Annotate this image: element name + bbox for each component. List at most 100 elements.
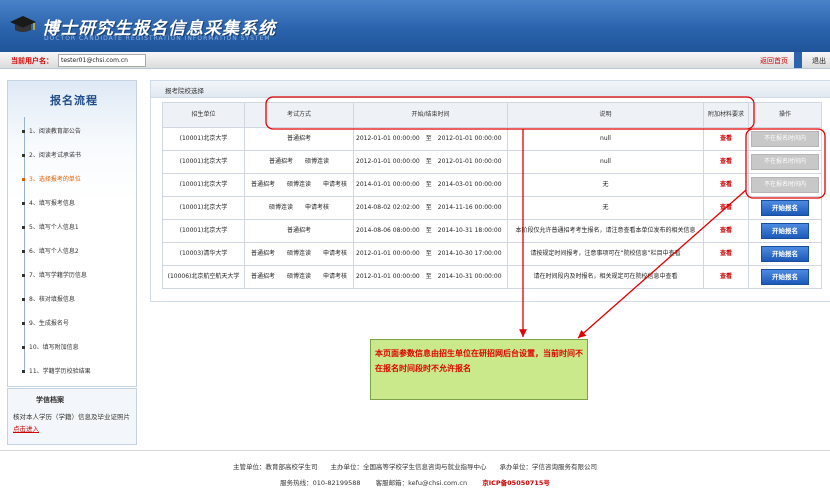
table-row: (10001)北京大学 硕博连读 申请考核 2014-08-02 02:02:00 … xyxy=(162,196,822,220)
cell-note: 无 xyxy=(507,173,704,197)
not-in-time-button: 不在报名时间内 xyxy=(751,177,819,193)
process-sidebar: 报名流程 1、阅读教育部公告 2、阅读考试承诺书 3、选择报考的单位 4、填写报… xyxy=(7,80,137,387)
cell-time: 2012-01-01 00:00:00 至 2014-10-31 00:00:0… xyxy=(353,265,508,289)
table-row: (10003)清华大学 普通招考 硕博连读 申请考核 2012-01-01 00:0… xyxy=(162,242,822,266)
cell-time: 2014-08-06 08:00:00 至 2014-10-31 18:00:0… xyxy=(353,219,508,243)
table-row: (10001)北京大学 普通招考 2014-08-06 08:00:00 至 201… xyxy=(162,219,822,243)
footer-email: 客服邮箱：kefu@chsi.com.cn xyxy=(375,479,468,487)
sidebar-step: 4、填写报考信息 xyxy=(22,198,75,207)
cell-extra: 查看 xyxy=(703,150,749,174)
cell-time: 2012-01-01 00:00:00 至 2012-01-01 00:00:0… xyxy=(353,127,508,151)
app-header: 博士研究生报名信息采集系统 DOCTOR CANDIDATE REGISTRAT… xyxy=(0,0,830,52)
col-header-unit: 招生单位 xyxy=(162,102,245,128)
user-bar: 当前用户名： tester01@chsi.com.cn 返回首页 退出 xyxy=(0,52,830,69)
footer-contact: 服务热线：010-82199588 客服邮箱：kefu@chsi.com.cn … xyxy=(0,477,830,487)
logout-link[interactable]: 退出 xyxy=(812,56,826,66)
cell-note: 请按规定时间报考，注意事项可在“院校信息”栏目中查看 xyxy=(507,242,704,266)
sidebar-step: 10、填写附加信息 xyxy=(22,342,79,351)
sidebar-step: 7、填写学籍学历信息 xyxy=(22,270,87,279)
footer-hotline: 服务热线：010-82199588 xyxy=(280,479,361,487)
view-extra-link[interactable]: 查看 xyxy=(720,273,732,280)
not-in-time-button: 不在报名时间内 xyxy=(751,154,819,170)
userbar-separator xyxy=(794,52,802,68)
start-registration-button[interactable]: 开始报名 xyxy=(761,200,809,216)
cell-action: 不在报名时间内 xyxy=(748,127,822,151)
cell-extra: 查看 xyxy=(703,173,749,197)
sidebar-title: 报名流程 xyxy=(50,94,98,107)
view-extra-link[interactable]: 查看 xyxy=(720,227,732,234)
sidebar-step: 8、核对填报信息 xyxy=(22,294,75,303)
cell-unit: (10006)北京航空航天大学 xyxy=(162,265,245,289)
panel-header: 报考院校选择 xyxy=(151,81,830,98)
sidebar-step: 9、生成报名号 xyxy=(22,318,69,327)
col-header-note: 说明 xyxy=(507,102,704,128)
cell-unit: (10001)北京大学 xyxy=(162,127,245,151)
table-row: (10001)北京大学 普通招考 硕博连读 申请考核 2014-01-01 00:0… xyxy=(162,173,822,197)
cell-note: 请在时间段内及时报名，相关规定可在院校信息中查看 xyxy=(507,265,704,289)
graduation-cap-icon xyxy=(10,16,36,32)
cell-mode: 普通招考 硕博连读 申请考核 xyxy=(244,173,354,197)
cell-note: null xyxy=(507,127,704,151)
table-header-row: 招生单位 考试方式 开始/结束时间 说明 附加材料要求 操作 xyxy=(162,102,822,128)
footer-organizers: 主管单位：教育部高校学生司 主办单位：全国高等学校学生信息咨询与就业指导中心 承… xyxy=(233,463,597,471)
cell-extra: 查看 xyxy=(703,196,749,220)
sidebar-step: 5、填写个人信息1 xyxy=(22,222,79,231)
cell-unit: (10001)北京大学 xyxy=(162,219,245,243)
cell-unit: (10001)北京大学 xyxy=(162,173,245,197)
username-field: tester01@chsi.com.cn xyxy=(58,54,146,67)
view-extra-link[interactable]: 查看 xyxy=(720,204,732,211)
table-row: (10001)北京大学 普通招考 硕博连读 2012-01-01 00:00:00 … xyxy=(162,150,822,174)
start-registration-button[interactable]: 开始报名 xyxy=(761,246,809,262)
cell-extra: 查看 xyxy=(703,242,749,266)
start-registration-button[interactable]: 开始报名 xyxy=(761,223,809,239)
current-user-label: 当前用户名： xyxy=(11,57,53,65)
cell-mode: 硕博连读 申请考核 xyxy=(244,196,354,220)
sidebar-step: 11、学籍学历校验结果 xyxy=(22,366,91,375)
view-extra-link[interactable]: 查看 xyxy=(720,250,732,257)
cell-unit: (10003)清华大学 xyxy=(162,242,245,266)
cell-time: 2012-01-01 00:00:00 至 2014-10-30 17:00:0… xyxy=(353,242,508,266)
sidebar-step: 6、填写个人信息2 xyxy=(22,246,79,255)
col-header-time: 开始/结束时间 xyxy=(353,102,508,128)
cell-action: 不在报名时间内 xyxy=(748,173,822,197)
table-row: (10001)北京大学 普通招考 2012-01-01 00:00:00 至 201… xyxy=(162,127,822,151)
footer-icp: 京ICP备05050715号 xyxy=(482,479,550,487)
cell-extra: 查看 xyxy=(703,265,749,289)
cell-action: 开始报名 xyxy=(748,219,822,243)
cell-action: 开始报名 xyxy=(748,196,822,220)
cell-unit: (10001)北京大学 xyxy=(162,196,245,220)
start-registration-button[interactable]: 开始报名 xyxy=(761,269,809,285)
cell-unit: (10001)北京大学 xyxy=(162,150,245,174)
back-home-link[interactable]: 返回首页 xyxy=(760,56,788,66)
cell-action: 开始报名 xyxy=(748,265,822,289)
xuexin-title: 学信档案 xyxy=(36,396,64,404)
panel-title: 报考院校选择 xyxy=(165,87,204,95)
school-table: 招生单位 考试方式 开始/结束时间 说明 附加材料要求 操作 (10001)北京… xyxy=(162,102,822,289)
cell-note: null xyxy=(507,150,704,174)
cell-extra: 查看 xyxy=(703,219,749,243)
col-header-extra: 附加材料要求 xyxy=(703,102,749,128)
table-row: (10006)北京航空航天大学 普通招考 硕博连读 申请考核 2012-01-01 … xyxy=(162,265,822,289)
xuexin-text: 核对本人学历（学籍）信息及毕业证照片点击进入 xyxy=(13,413,130,433)
cell-mode: 普通招考 硕博连读 申请考核 xyxy=(244,242,354,266)
cell-time: 2012-01-01 00:00:00 至 2012-01-01 00:00:0… xyxy=(353,150,508,174)
col-header-action: 操作 xyxy=(748,102,822,128)
cell-mode: 普通招考 硕博连读 xyxy=(244,150,354,174)
xuexin-enter-link[interactable]: 点击进入 xyxy=(13,425,39,433)
sidebar-step[interactable]: 1、阅读教育部公告 xyxy=(22,126,81,135)
cell-extra: 查看 xyxy=(703,127,749,151)
view-extra-link[interactable]: 查看 xyxy=(720,181,732,188)
xuexin-archive-box: 学信档案 核对本人学历（学籍）信息及毕业证照片点击进入 xyxy=(7,388,137,445)
sidebar-step-active[interactable]: 3、选择报考的单位 xyxy=(22,174,81,183)
sidebar-step[interactable]: 2、阅读考试承诺书 xyxy=(22,150,81,159)
page-footer: 主管单位：教育部高校学生司 主办单位：全国高等学校学生信息咨询与就业指导中心 承… xyxy=(0,450,830,491)
cell-note: 无 xyxy=(507,196,704,220)
cell-action: 开始报名 xyxy=(748,242,822,266)
view-extra-link[interactable]: 查看 xyxy=(720,135,732,142)
cell-time: 2014-01-01 00:00:00 至 2014-03-01 00:00:0… xyxy=(353,173,508,197)
cell-note: 本阶段仅允许普通招考考生报名，请注意查看本单位发布的相关信息 xyxy=(507,219,704,243)
cell-mode: 普通招考 xyxy=(244,219,354,243)
app-subtitle: DOCTOR CANDIDATE REGISTRATION INFORMATIO… xyxy=(44,35,271,42)
cell-mode: 普通招考 硕博连读 申请考核 xyxy=(244,265,354,289)
view-extra-link[interactable]: 查看 xyxy=(720,158,732,165)
